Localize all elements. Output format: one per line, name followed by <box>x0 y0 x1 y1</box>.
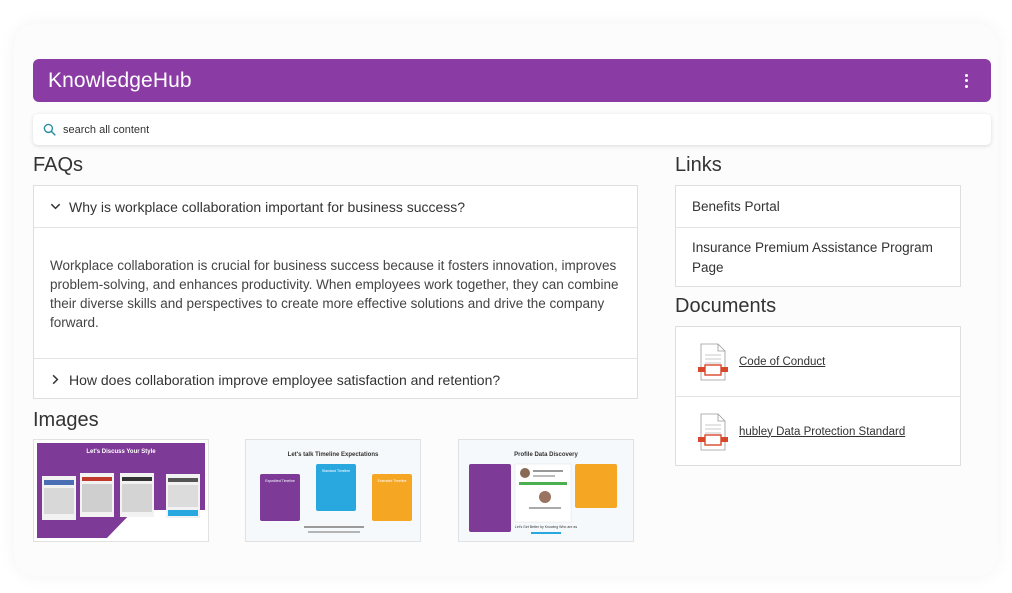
link-insurance-premium[interactable]: Insurance Premium Assistance Program Pag… <box>676 228 960 278</box>
links-list: Benefits Portal Insurance Premium Assist… <box>675 185 961 287</box>
document-item-1: Code of Conduct <box>676 327 960 396</box>
card-title: Standard Timeline <box>322 469 350 473</box>
faq-question-text: How does collaboration improve employee … <box>69 371 501 388</box>
slide-image-2: Let's talk Timeline Expectations Expedit… <box>246 440 420 541</box>
chevron-down-icon <box>50 203 61 210</box>
link-benefits-portal[interactable]: Benefits Portal <box>676 186 960 227</box>
document-link-data-protection[interactable]: hubley Data Protection Standard <box>739 426 905 438</box>
document-icon <box>698 343 728 380</box>
document-link-code-of-conduct[interactable]: Code of Conduct <box>739 356 825 368</box>
slide-heading: Let's Discuss Your Style <box>86 449 156 455</box>
app-bar: KnowledgeHub <box>33 59 991 102</box>
card-title: Expedited Timeline <box>265 479 295 483</box>
faq-question-2[interactable]: How does collaboration improve employee … <box>34 359 637 400</box>
card-title: Extended Timeline <box>378 479 407 483</box>
slide-heading: Let's talk Timeline Expectations <box>288 452 379 458</box>
image-thumbnail-2[interactable]: Let's talk Timeline Expectations Expedit… <box>245 439 421 542</box>
chevron-right-icon <box>52 374 59 385</box>
slide-heading: Profile Data Discovery <box>514 452 578 458</box>
faq-question-1[interactable]: Why is workplace collaboration important… <box>34 186 637 227</box>
documents-heading: Documents <box>675 295 777 317</box>
slide-image-1: Let's Discuss Your Style <box>37 443 208 541</box>
search-input[interactable] <box>63 123 663 136</box>
links-heading: Links <box>675 154 722 176</box>
faq-question-text: Why is workplace collaboration important… <box>69 198 466 215</box>
slide-footer: Let's Get Better by Knowing Who are as <box>515 525 577 529</box>
slide-image-3: Profile Data Discovery Let's Get Better … <box>459 440 633 541</box>
images-heading: Images <box>33 409 99 431</box>
image-thumbnail-1[interactable]: Let's Discuss Your Style <box>33 439 209 542</box>
document-icon <box>698 413 728 450</box>
document-item-2: hubley Data Protection Standard <box>676 397 960 466</box>
app-title: KnowledgeHub <box>48 68 192 92</box>
image-thumbnail-3[interactable]: Profile Data Discovery Let's Get Better … <box>458 439 634 542</box>
search-icon <box>43 123 56 136</box>
documents-list: Code of Conduct hubley Data Protection S… <box>675 326 961 466</box>
search-bar <box>33 114 991 145</box>
faqs-heading: FAQs <box>33 154 84 176</box>
more-vert-icon[interactable] <box>957 69 975 93</box>
faq-answer-1: Workplace collaboration is crucial for b… <box>50 258 619 330</box>
faq-list: Why is workplace collaboration important… <box>33 185 638 399</box>
